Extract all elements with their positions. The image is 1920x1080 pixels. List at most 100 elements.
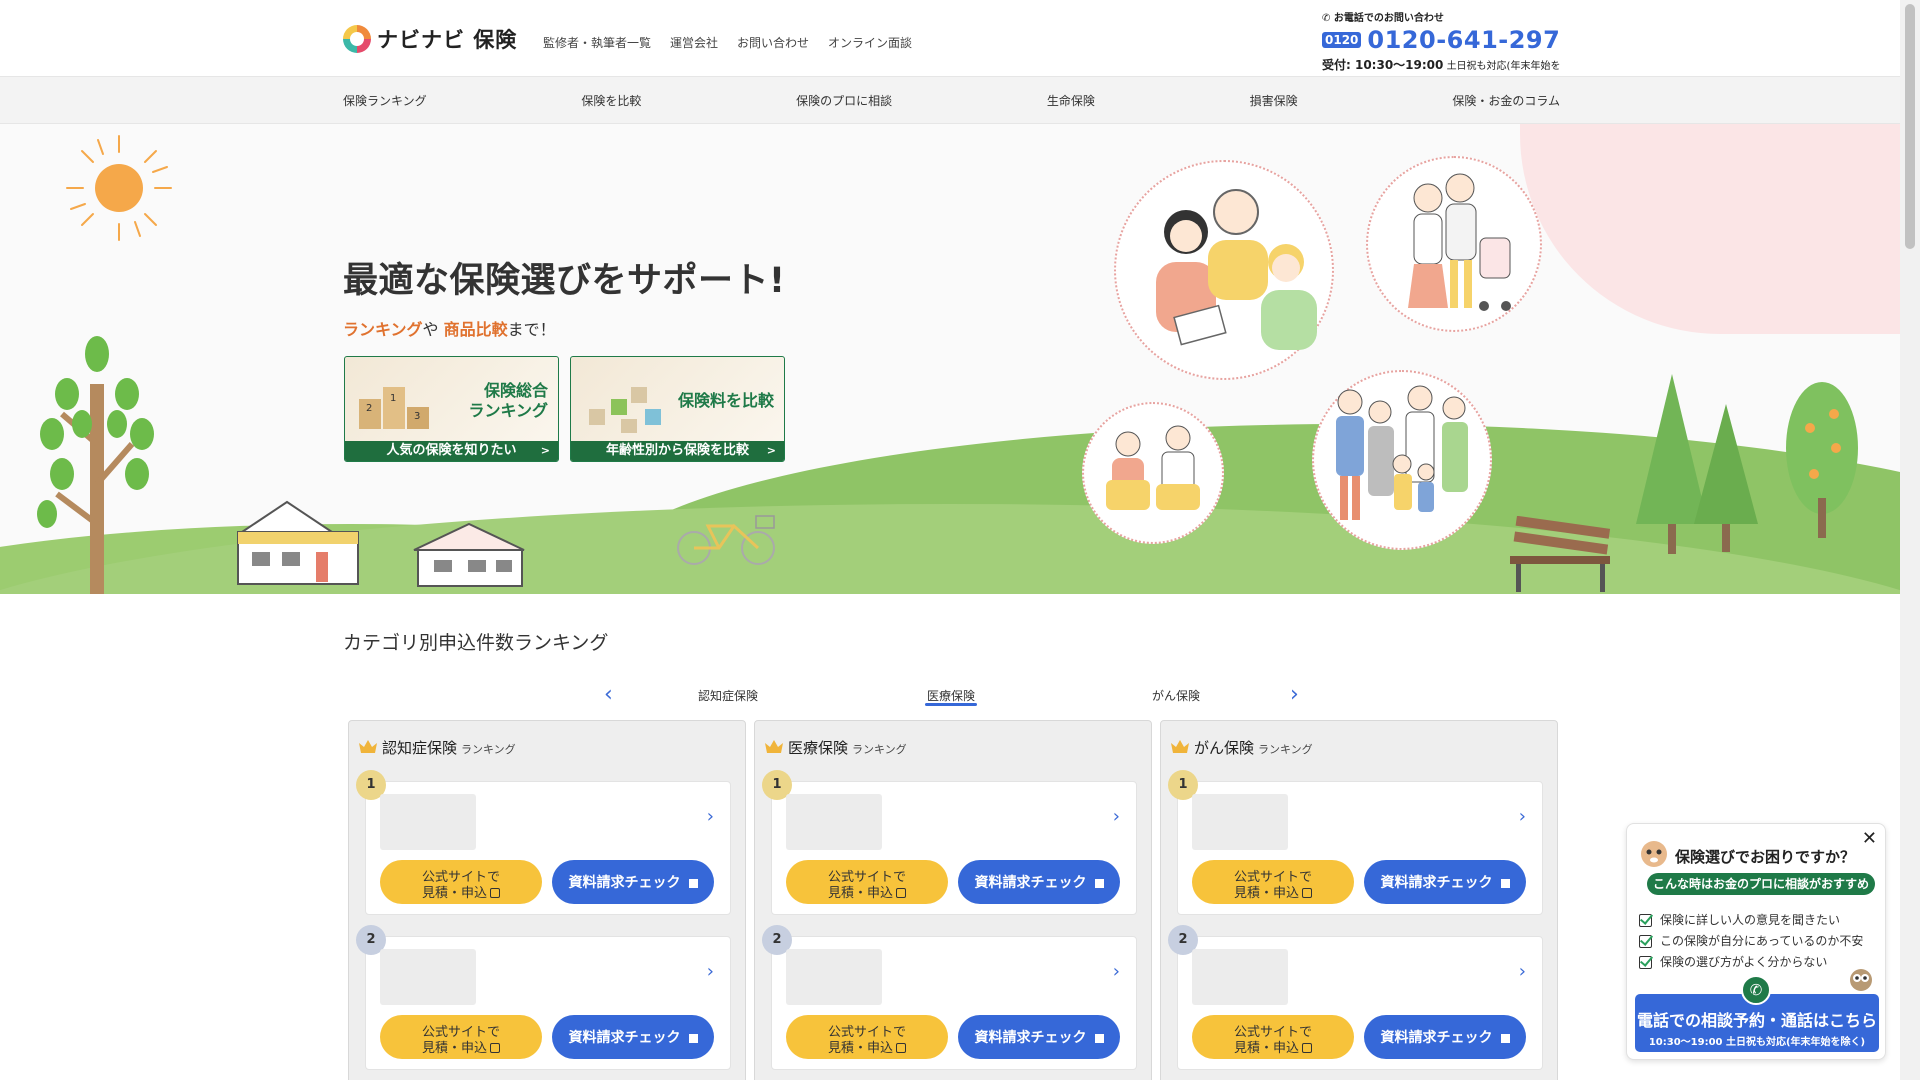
- list-item: 保険に詳しい人の意見を聞きたい: [1639, 910, 1863, 931]
- tab-dementia-insurance[interactable]: 認知症保険: [698, 687, 758, 704]
- close-icon[interactable]: ✕: [1862, 828, 1877, 849]
- ranking-panel-header: がん保険 ランキング: [1171, 737, 1313, 758]
- ranking-item[interactable]: 2 › 公式サイトで 見積・申込 資料請求チェック: [1168, 925, 1543, 1070]
- chevron-right-icon[interactable]: ›: [1113, 961, 1120, 982]
- header-links: 監修者・執筆者一覧 運営会社 お問い合わせ オンライン面談: [543, 34, 912, 51]
- ranking-item[interactable]: 1 › 公式サイトで 見積・申込 資料請求チェック: [762, 770, 1137, 915]
- house-illustration: [237, 500, 359, 585]
- logo-mark-icon: [343, 25, 371, 53]
- mascot-icon: [1641, 841, 1667, 867]
- header-link-online-meeting[interactable]: オンライン面談: [828, 34, 912, 51]
- header-link-supervisors[interactable]: 監修者・執筆者一覧: [543, 34, 651, 51]
- freedial-icon: 0120: [1322, 32, 1362, 48]
- chevron-right-icon[interactable]: ›: [1519, 961, 1526, 982]
- crown-icon: [1171, 740, 1189, 753]
- chevron-right-icon: >: [540, 444, 550, 457]
- request-documents-button[interactable]: 資料請求チェック: [552, 1015, 714, 1059]
- nav-item-consult[interactable]: 保険のプロに相談: [796, 92, 892, 109]
- page-scrollbar[interactable]: [1900, 0, 1920, 1080]
- request-documents-button[interactable]: 資料請求チェック: [958, 1015, 1120, 1059]
- list-item: この保険が自分にあっているのか不安: [1639, 931, 1863, 952]
- chevron-right-icon[interactable]: ›: [1113, 806, 1120, 827]
- checkbox-icon: [1500, 878, 1510, 888]
- widget-recommend-pill: こんな時はお金のプロに相談がおすすめ: [1647, 873, 1875, 895]
- ranking-item[interactable]: 1 › 公式サイトで 見積・申込 資料請求チェック: [356, 770, 731, 915]
- nav-item-non-life[interactable]: 損害保険: [1250, 92, 1298, 109]
- doctor-illustration: [1082, 402, 1224, 544]
- widget-question: 保険選びでお困りですか？: [1675, 848, 1856, 866]
- site-logo[interactable]: ナビナビ 保険: [343, 24, 517, 54]
- hero-subtitle: ランキングや 商品比較まで！: [343, 320, 556, 339]
- phone-icon: ✆: [1741, 975, 1771, 1005]
- bench-illustration: [1510, 516, 1611, 592]
- phone-icon: ✆: [1322, 13, 1331, 24]
- checkbox-icon: [1094, 1033, 1104, 1043]
- nav-item-life[interactable]: 生命保険: [1047, 92, 1095, 109]
- svg-text:3: 3: [414, 411, 420, 422]
- tree-illustration: [37, 336, 154, 594]
- nav-item-ranking[interactable]: 保険ランキング: [343, 92, 427, 109]
- phone-number[interactable]: 0120-641-297: [1367, 26, 1560, 54]
- category-tabs: ‹ 認知症保険 医療保険 がん保険 ›: [600, 682, 1300, 712]
- checkbox-icon: [1500, 1033, 1510, 1043]
- official-site-button[interactable]: 公式サイトで 見積・申込: [1192, 1015, 1354, 1059]
- nav-item-column[interactable]: 保険・お金のコラム: [1452, 92, 1560, 109]
- tabs-prev-arrow-icon[interactable]: ‹: [604, 682, 613, 707]
- chevron-right-icon[interactable]: ›: [707, 806, 714, 827]
- ranking-panel-header: 認知症保険 ランキング: [359, 737, 516, 758]
- ranking-panel-cancer: がん保険 ランキング 1 › 公式サイトで 見積・申込 資料請求チェック 2 › …: [1160, 720, 1558, 1080]
- checkbox-icon: [688, 1033, 698, 1043]
- request-documents-button[interactable]: 資料請求チェック: [552, 860, 714, 904]
- consultation-illustration: [1114, 160, 1334, 380]
- header-link-contact[interactable]: お問い合わせ: [737, 34, 809, 51]
- chevron-right-icon: >: [766, 444, 776, 457]
- official-site-button[interactable]: 公式サイトで 見積・申込: [380, 860, 542, 904]
- scrollbar-thumb[interactable]: [1905, 4, 1915, 249]
- official-site-button[interactable]: 公式サイトで 見積・申込: [786, 860, 948, 904]
- nav-item-compare[interactable]: 保険を比較: [581, 92, 641, 109]
- ranking-card-footer: 人気の保険を知りたい >: [345, 441, 558, 461]
- compare-card-title: 保険料を比較: [677, 391, 774, 410]
- official-site-button[interactable]: 公式サイトで 見積・申込: [1192, 860, 1354, 904]
- request-documents-button[interactable]: 資料請求チェック: [958, 860, 1120, 904]
- widget-checklist: 保険に詳しい人の意見を聞きたい この保険が自分にあっているのか不安 保険の選び方…: [1639, 910, 1863, 973]
- ranking-panel-header: 医療保険 ランキング: [765, 737, 907, 758]
- sun-icon: [66, 135, 172, 241]
- chevron-right-icon[interactable]: ›: [1519, 806, 1526, 827]
- tab-medical-insurance[interactable]: 医療保険: [927, 687, 975, 704]
- product-logo-placeholder: [1192, 949, 1288, 1005]
- hero-banner: 最適な保険選びをサポート! ランキングや 商品比較まで！ 2 1 3 保険総合 ラン…: [0, 124, 1900, 594]
- global-nav: 保険ランキング 保険を比較 保険のプロに相談 生命保険 損害保険 保険・お金のコ…: [0, 76, 1900, 124]
- list-item: 保険の選び方がよく分からない: [1639, 952, 1863, 973]
- product-logo-placeholder: [786, 949, 882, 1005]
- tab-cancer-insurance[interactable]: がん保険: [1152, 687, 1200, 704]
- ranking-item[interactable]: 2 › 公式サイトで 見積・申込 資料請求チェック: [356, 925, 731, 1070]
- external-link-icon: [490, 888, 500, 898]
- official-site-button[interactable]: 公式サイトで 見積・申込: [380, 1015, 542, 1059]
- compare-card[interactable]: 保険料を比較 年齢性別から保険を比較 >: [570, 356, 785, 462]
- product-logo-placeholder: [380, 949, 476, 1005]
- phone-number-row[interactable]: 0120 0120-641-297: [1322, 26, 1562, 54]
- external-link-icon: [1302, 888, 1312, 898]
- tabs-next-arrow-icon[interactable]: ›: [1290, 682, 1299, 707]
- logo-text: ナビナビ 保険: [377, 28, 518, 52]
- product-logo-placeholder: [380, 794, 476, 850]
- request-documents-button[interactable]: 資料請求チェック: [1364, 860, 1526, 904]
- request-documents-button[interactable]: 資料請求チェック: [1364, 1015, 1526, 1059]
- blocks-icon: [589, 387, 661, 433]
- header-link-company[interactable]: 運営会社: [670, 34, 718, 51]
- external-link-icon: [896, 888, 906, 898]
- hero-pink-decoration: [1520, 124, 1900, 334]
- chevron-right-icon[interactable]: ›: [707, 961, 714, 982]
- check-icon: [1639, 935, 1652, 948]
- check-icon: [1639, 956, 1652, 969]
- ranking-item[interactable]: 2 › 公式サイトで 見積・申込 資料請求チェック: [762, 925, 1137, 1070]
- section-title-category-ranking: カテゴリ別申込件数ランキング: [343, 632, 609, 654]
- multi-generation-family-illustration: [1312, 370, 1492, 550]
- external-link-icon: [896, 1043, 906, 1053]
- ranking-card[interactable]: 2 1 3 保険総合 ランキング 人気の保険を知りたい >: [344, 356, 559, 462]
- pine-trees-illustration: [1636, 374, 1758, 554]
- official-site-button[interactable]: 公式サイトで 見積・申込: [786, 1015, 948, 1059]
- owl-mascot-icon: [1850, 969, 1872, 991]
- ranking-item[interactable]: 1 › 公式サイトで 見積・申込 資料請求チェック: [1168, 770, 1543, 915]
